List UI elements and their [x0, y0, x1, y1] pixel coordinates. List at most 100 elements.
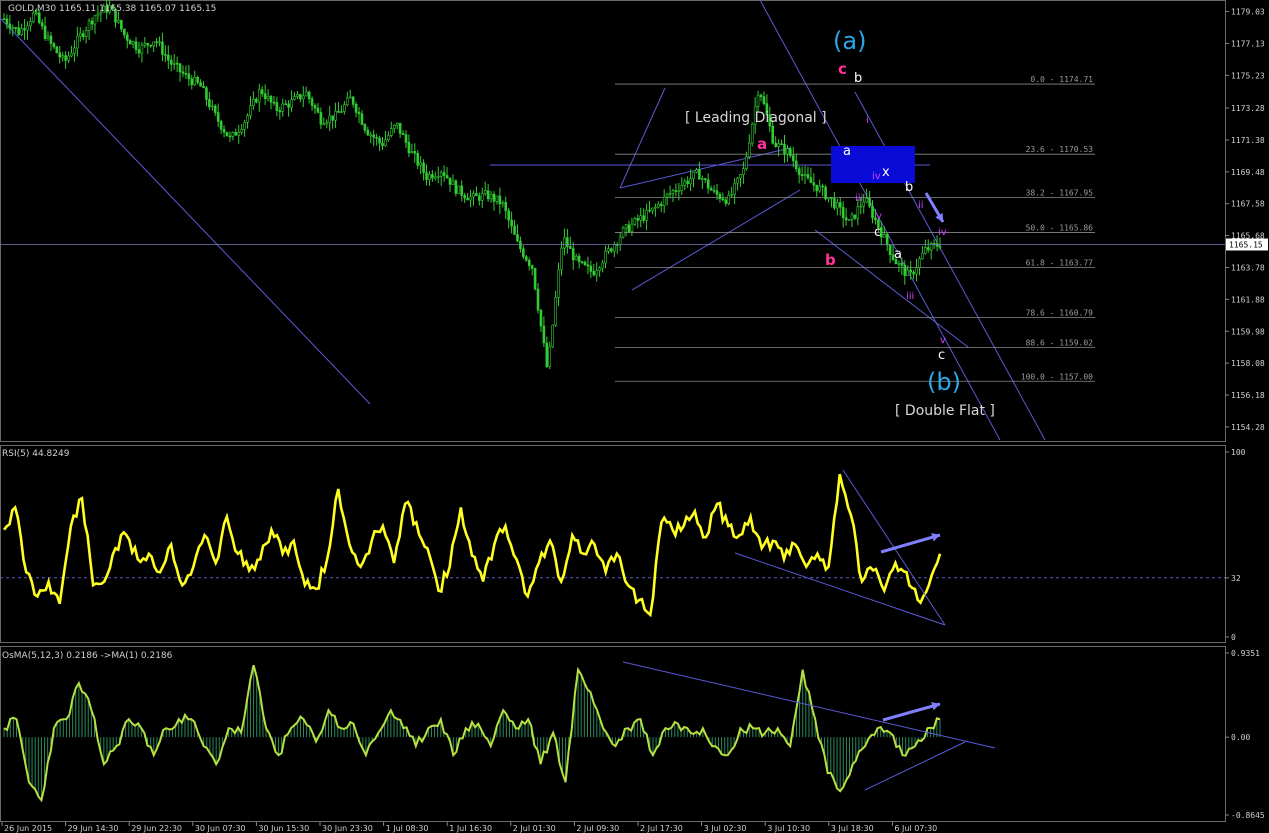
candle-body [530, 265, 534, 269]
wave-c-white: c [874, 225, 881, 240]
candle-body [830, 197, 833, 199]
candle-body [169, 59, 173, 65]
candle-body [639, 215, 643, 221]
candle-body [771, 125, 775, 144]
candle-body [686, 180, 689, 184]
candle-body [448, 177, 452, 185]
candle-body [797, 168, 801, 176]
candle-body [225, 131, 229, 137]
fib-level-label: 0.0 - 1174.71 [1030, 75, 1093, 84]
candle-body [363, 124, 367, 131]
candle-body [513, 225, 516, 235]
candle-body [263, 93, 267, 99]
candle-body [668, 193, 672, 195]
wave-v-label-2: v [940, 335, 946, 346]
wave-a-white: a [843, 144, 851, 159]
candle-body [780, 143, 783, 146]
arrow-shaft [880, 533, 941, 554]
current-price-label: 1165.15 [1229, 240, 1263, 249]
candle-body [475, 193, 478, 196]
candle-body [865, 198, 868, 203]
candle-body [560, 247, 563, 271]
candle-body [445, 175, 449, 179]
candle-body [580, 261, 584, 264]
rsi-pane-frame [0, 445, 1226, 643]
candle-body [498, 195, 502, 205]
candle-body [301, 95, 305, 100]
candle-body [78, 33, 82, 37]
candle-body [199, 82, 202, 87]
candle-body [140, 44, 144, 54]
candle-body [924, 247, 927, 254]
candle-body [331, 115, 334, 121]
candle-body [739, 174, 742, 179]
candle-body [545, 342, 549, 367]
trend-line [0, 17, 371, 405]
price-tick-label: 1169.48 [1231, 168, 1265, 177]
candle-body [648, 209, 651, 212]
candle-body [387, 135, 390, 140]
candle-body [143, 43, 147, 46]
candle-body [912, 271, 915, 275]
candle-body [208, 99, 211, 108]
candle-body [419, 162, 422, 166]
candle-body [621, 227, 625, 238]
candle-body [457, 185, 461, 194]
candle-body [52, 43, 56, 48]
price-tick-label: 1161.88 [1231, 295, 1265, 304]
candle-body [392, 124, 396, 129]
candle-body [299, 94, 302, 100]
candle-body [93, 15, 97, 25]
time-tick-label: 26 Jun 2015 [4, 824, 52, 833]
candle-body [630, 223, 634, 232]
rsi-tick-label: 100 [1231, 448, 1246, 457]
candle-body [137, 49, 141, 54]
candle-body [161, 41, 164, 55]
candle-body [454, 180, 458, 194]
candle-body [701, 178, 704, 180]
candle-body [460, 185, 464, 196]
candle-body [888, 244, 892, 256]
wave-a-white-2: a [894, 247, 902, 262]
candle-body [20, 28, 23, 35]
candle-body [90, 20, 94, 25]
candle-body [774, 142, 777, 147]
candle-body [287, 103, 290, 108]
candle-body [613, 244, 616, 252]
candle-body [601, 262, 604, 269]
candle-body [322, 123, 326, 126]
wave-x-white: x [882, 165, 890, 180]
wave-a-pink: a [757, 135, 767, 153]
candle-body [683, 180, 687, 186]
time-tick-label: 6 Jul 07:30 [894, 824, 937, 833]
candle-body [595, 270, 599, 276]
candle-body [677, 190, 681, 193]
price-tick-label: 1163.78 [1231, 263, 1265, 272]
candle-body [128, 40, 132, 45]
candle-body [152, 41, 155, 47]
candle-body [742, 168, 745, 175]
candle-body [125, 34, 129, 41]
candle-body [480, 193, 484, 201]
candle-body [237, 132, 241, 136]
candle-body [266, 95, 270, 99]
candle-body [712, 189, 716, 192]
candle-body [906, 269, 910, 276]
candle-body [249, 105, 252, 116]
time-tick-label: 29 Jun 14:30 [68, 824, 119, 833]
candle-body [909, 269, 912, 273]
wave-iv-label: iv [872, 171, 881, 182]
candle-body [155, 41, 158, 44]
wave-b-label: (b) [927, 368, 961, 396]
trading-chart: 1179.03 1177.13 1175.23 1173.28 1171.38 1169.… [0, 0, 1268, 833]
osma-tick-label: 0.9351 [1231, 649, 1260, 658]
candle-body [131, 41, 135, 45]
candle-body [70, 52, 73, 57]
price-tick-label: 1154.28 [1231, 423, 1265, 432]
candle-body [542, 325, 546, 344]
candle-body [425, 172, 428, 180]
candle-body [334, 110, 337, 121]
candle-body [698, 169, 701, 180]
candle-body [49, 35, 53, 44]
candle-body [598, 267, 601, 271]
